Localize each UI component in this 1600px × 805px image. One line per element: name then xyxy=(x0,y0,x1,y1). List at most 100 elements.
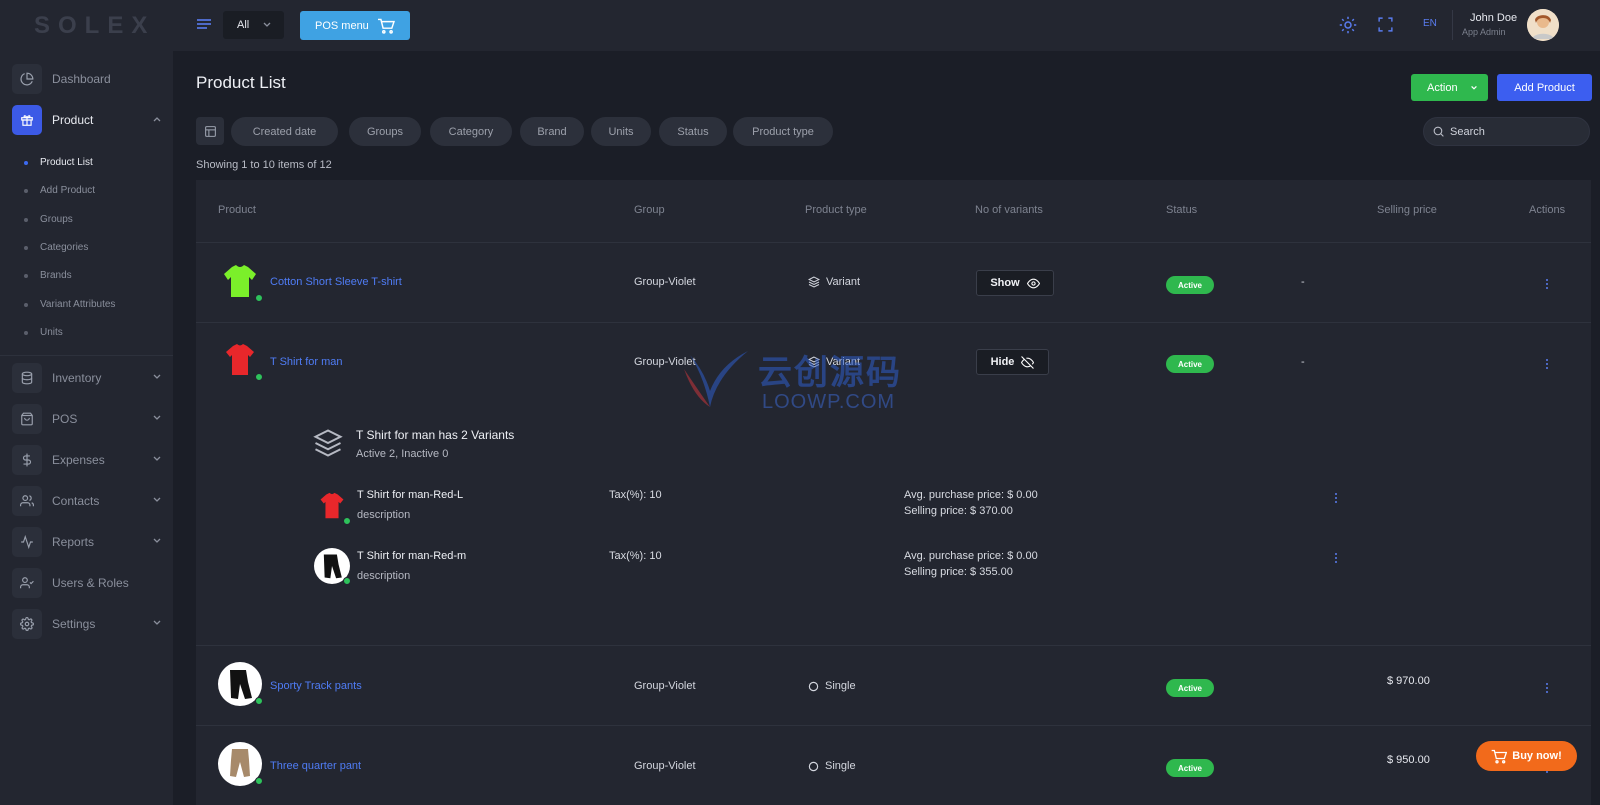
action-button[interactable]: Action xyxy=(1411,74,1488,101)
sidebar-sub-variant-attributes[interactable]: Variant Attributes xyxy=(24,299,115,310)
pos-menu-label: POS menu xyxy=(315,19,369,32)
bullet-icon xyxy=(24,160,28,165)
user-role: App Admin xyxy=(1462,27,1506,37)
status-badge: Active xyxy=(1166,276,1214,294)
gift-icon xyxy=(12,105,42,135)
layers-icon xyxy=(808,276,820,288)
buy-now-button[interactable]: Buy now! xyxy=(1476,741,1577,771)
chevron-up-icon xyxy=(153,117,161,122)
sidebar-item-users-roles[interactable]: Users & Roles xyxy=(12,568,164,598)
sidebar-sub-brands[interactable]: Brands xyxy=(24,270,72,281)
row-divider xyxy=(196,322,1591,323)
sidebar-item-label: Users & Roles xyxy=(52,576,129,590)
filter-category[interactable]: Category xyxy=(430,117,512,146)
sidebar-item-expenses[interactable]: Expenses xyxy=(12,445,164,475)
sidebar-item-label: POS xyxy=(52,412,78,426)
store-select[interactable]: All xyxy=(223,11,284,39)
col-header-product[interactable]: Product xyxy=(218,204,256,216)
col-header-product-type[interactable]: Product type xyxy=(805,204,867,216)
sidebar-sub-units[interactable]: Units xyxy=(24,327,63,338)
sub-label: Variant Attributes xyxy=(40,299,116,310)
search-input[interactable]: Search xyxy=(1423,117,1590,146)
more-options-icon[interactable] xyxy=(1334,553,1338,563)
row-divider xyxy=(196,725,1591,726)
more-options-icon[interactable] xyxy=(1545,683,1549,693)
sidebar-item-dashboard[interactable]: Dashboard xyxy=(12,64,164,94)
more-options-icon[interactable] xyxy=(1545,279,1549,289)
show-variants-button[interactable]: Show xyxy=(976,270,1054,296)
product-type-label: Single xyxy=(825,760,856,772)
product-type: Single xyxy=(808,680,856,692)
col-header-status[interactable]: Status xyxy=(1166,204,1197,216)
sidebar-sub-groups[interactable]: Groups xyxy=(24,214,73,225)
menu-icon[interactable] xyxy=(195,16,213,34)
variant-name: T Shirt for man-Red-L xyxy=(357,489,464,501)
sidebar-sub-categories[interactable]: Categories xyxy=(24,242,88,253)
fullscreen-icon[interactable] xyxy=(1377,16,1394,33)
status-badge: Active xyxy=(1166,679,1214,697)
column-toggle-button[interactable] xyxy=(196,117,224,145)
add-product-button[interactable]: Add Product xyxy=(1497,74,1592,101)
table-columns-icon xyxy=(204,125,216,137)
col-header-variants[interactable]: No of variants xyxy=(975,204,1043,216)
sidebar-item-label: Inventory xyxy=(52,371,102,385)
watermark-logo-icon xyxy=(684,351,748,407)
more-options-icon[interactable] xyxy=(1334,493,1338,503)
pos-menu-button[interactable]: POS menu xyxy=(300,11,410,40)
sidebar-item-reports[interactable]: Reports xyxy=(12,527,164,557)
online-indicator xyxy=(255,373,263,381)
pie-chart-icon xyxy=(12,64,42,94)
eye-icon xyxy=(1026,278,1040,288)
col-header-selling-price[interactable]: Selling price xyxy=(1377,204,1437,216)
product-name-link[interactable]: Three quarter pant xyxy=(270,760,361,772)
filter-status[interactable]: Status xyxy=(659,117,727,146)
sidebar-sub-product-list[interactable]: Product List xyxy=(24,157,93,168)
product-name-link[interactable]: Cotton Short Sleeve T-shirt xyxy=(270,276,402,288)
variant-description: description xyxy=(357,509,411,521)
sidebar-item-label: Expenses xyxy=(52,453,105,467)
filter-brand[interactable]: Brand xyxy=(520,117,584,146)
hide-variants-button[interactable]: Hide xyxy=(976,349,1049,375)
filter-units[interactable]: Units xyxy=(591,117,651,146)
bullet-icon xyxy=(24,273,28,278)
filter-groups[interactable]: Groups xyxy=(349,117,421,146)
user-name: John Doe xyxy=(1470,12,1518,24)
sub-label: Add Product xyxy=(40,185,96,196)
bullet-icon xyxy=(24,245,28,250)
variant-avg-purchase: Avg. purchase price: $ 0.00 xyxy=(904,550,1038,562)
topbar-divider xyxy=(1452,10,1453,40)
product-name-link[interactable]: T Shirt for man xyxy=(270,356,343,368)
sidebar-sub-add-product[interactable]: Add Product xyxy=(24,185,95,196)
sidebar-item-settings[interactable]: Settings xyxy=(12,609,164,639)
gear-icon xyxy=(12,609,42,639)
sidebar-item-inventory[interactable]: Inventory xyxy=(12,363,164,393)
bullet-icon xyxy=(24,188,28,193)
pagination-summary: Showing 1 to 10 items of 12 xyxy=(196,159,332,171)
more-options-icon[interactable] xyxy=(1545,359,1549,369)
watermark: 云创源码 LOOWP.COM xyxy=(680,345,930,420)
sidebar-item-contacts[interactable]: Contacts xyxy=(12,486,164,516)
eye-off-icon xyxy=(1021,355,1035,369)
search-placeholder: Search xyxy=(1450,125,1485,138)
sun-icon[interactable] xyxy=(1339,16,1357,34)
filter-created-date[interactable]: Created date xyxy=(231,117,338,146)
sidebar-item-pos[interactable]: POS xyxy=(12,404,164,434)
action-button-label: Action xyxy=(1427,81,1458,94)
online-indicator xyxy=(343,517,351,525)
sidebar-item-label: Product xyxy=(52,113,94,127)
page-title: Product List xyxy=(196,73,286,92)
online-indicator xyxy=(255,777,263,785)
col-header-group[interactable]: Group xyxy=(634,204,665,216)
chevron-down-icon xyxy=(153,620,161,625)
filter-product-type[interactable]: Product type xyxy=(733,117,833,146)
language-switch[interactable]: EN xyxy=(1423,18,1437,29)
sidebar: SOLEX Dashboard Product Product List Add… xyxy=(0,0,173,805)
cart-icon xyxy=(377,18,395,34)
variant-tax: Tax(%): 10 xyxy=(609,489,662,501)
product-name-link[interactable]: Sporty Track pants xyxy=(270,680,362,692)
selling-price: $ 970.00 xyxy=(1387,675,1430,687)
avatar[interactable] xyxy=(1527,9,1559,41)
sidebar-item-product[interactable]: Product xyxy=(12,105,164,135)
product-type-label: Variant xyxy=(826,276,861,288)
circle-icon xyxy=(808,681,819,691)
